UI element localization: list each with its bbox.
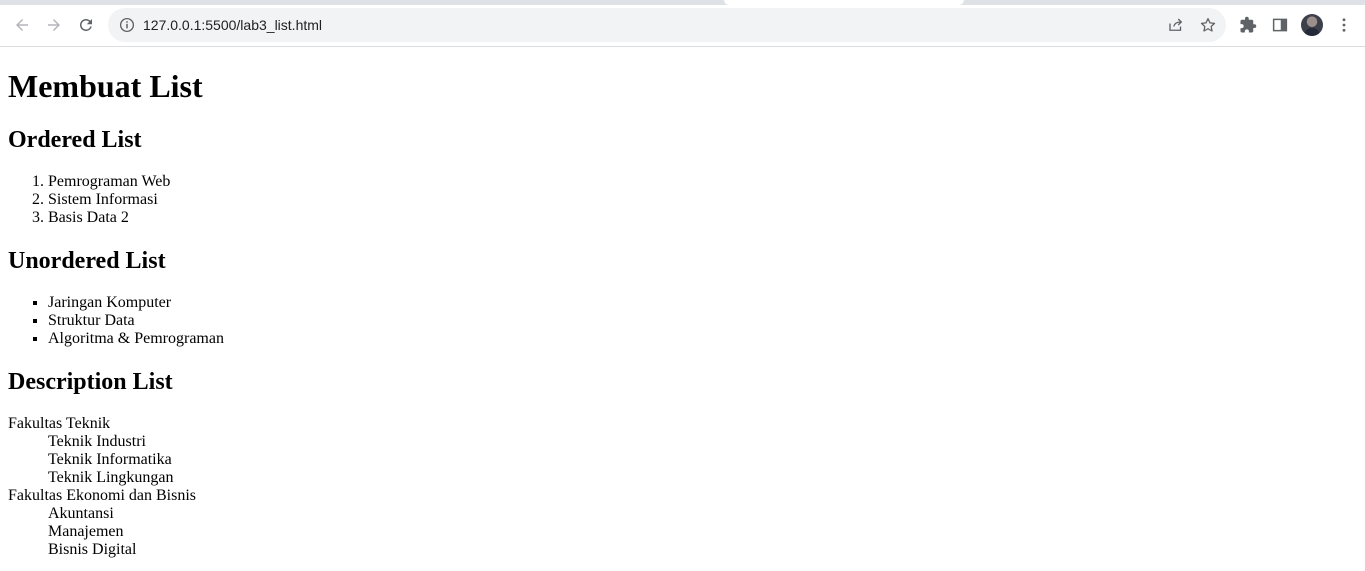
- star-icon[interactable]: [1199, 16, 1217, 34]
- page-body: Membuat List Ordered List Pemrograman We…: [8, 68, 1357, 559]
- side-panel-button[interactable]: [1269, 14, 1291, 36]
- share-icon[interactable]: [1167, 16, 1185, 34]
- unordered-list-heading: Unordered List: [8, 248, 166, 274]
- browser-toolbar: 127.0.0.1:5500/lab3_list.html: [0, 5, 1365, 46]
- extensions-button[interactable]: [1237, 14, 1259, 36]
- unordered-list: Jaringan Komputer Struktur Data Algoritm…: [8, 294, 1357, 348]
- reload-button[interactable]: [72, 11, 100, 39]
- description-list-heading: Description List: [8, 369, 173, 395]
- ordered-list-heading: Ordered List: [8, 127, 142, 153]
- description-term: Fakultas Teknik: [8, 415, 111, 432]
- back-button[interactable]: [8, 11, 36, 39]
- list-item: Jaringan Komputer: [48, 294, 1357, 312]
- arrow-right-icon: [48, 19, 60, 31]
- description-detail: Teknik Lingkungan: [48, 469, 174, 486]
- description-detail: Manajemen: [48, 523, 124, 540]
- ordered-list: Pemrograman Web Sistem Informasi Basis D…: [8, 173, 1357, 227]
- description-detail: Akuntansi: [48, 505, 114, 522]
- forward-button[interactable]: [40, 11, 68, 39]
- list-item: Algoritma & Pemrograman: [48, 330, 1357, 348]
- kebab-menu-icon: [1342, 18, 1346, 32]
- page-viewport: Membuat List Ordered List Pemrograman We…: [0, 47, 1365, 571]
- description-detail: Teknik Informatika: [48, 451, 172, 468]
- side-panel-icon: [1272, 18, 1288, 32]
- reload-icon: [80, 19, 92, 31]
- list-item: Pemrograman Web: [48, 173, 1357, 191]
- page-title: Membuat List: [8, 68, 203, 104]
- browser-menu-button[interactable]: [1333, 14, 1355, 36]
- info-icon[interactable]: [118, 16, 136, 34]
- browser-chrome: 127.0.0.1:5500/lab3_list.html: [0, 0, 1365, 47]
- list-item: Struktur Data: [48, 312, 1357, 330]
- arrow-left-icon: [16, 19, 28, 31]
- list-item: Basis Data 2: [48, 209, 1357, 227]
- profile-avatar[interactable]: [1301, 14, 1323, 36]
- address-bar[interactable]: 127.0.0.1:5500/lab3_list.html: [108, 8, 1226, 42]
- description-detail: Teknik Industri: [48, 433, 146, 450]
- url-text[interactable]: 127.0.0.1:5500/lab3_list.html: [143, 8, 322, 42]
- puzzle-icon: [1240, 16, 1257, 33]
- list-item: Sistem Informasi: [48, 191, 1357, 209]
- description-list: Fakultas Teknik Teknik Industri Teknik I…: [8, 415, 1357, 559]
- description-term: Fakultas Ekonomi dan Bisnis: [8, 487, 196, 504]
- description-detail: Bisnis Digital: [48, 541, 137, 558]
